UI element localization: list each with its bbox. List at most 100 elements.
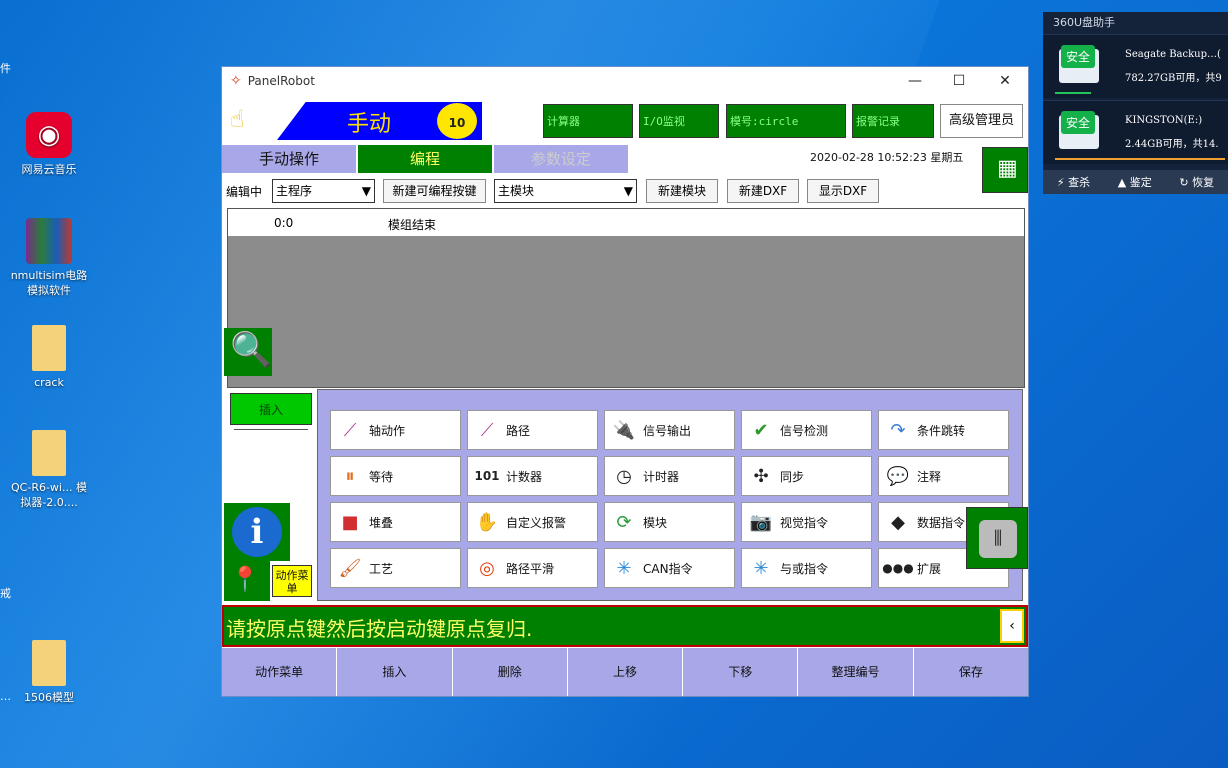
keypad-icon[interactable]: ▦ <box>982 147 1028 193</box>
usb-helper-panel: 360U盘助手 安全 Seagate Backup…( 782.27GB可用，共… <box>1043 12 1228 194</box>
winrar-icon <box>26 218 72 264</box>
restore-button[interactable]: ↻ 恢复 <box>1179 174 1214 190</box>
drive-icon: 安全 <box>1059 111 1099 149</box>
cmd-counter[interactable]: 101 计数器 <box>467 456 598 496</box>
mixer-icon[interactable]: ⫼ <box>966 507 1028 569</box>
cmd-can[interactable]: ✳ CAN指令 <box>604 548 735 588</box>
usb-helper-title: 360U盘助手 <box>1053 16 1116 29</box>
minimize-button[interactable]: — <box>892 67 938 96</box>
tab-manual[interactable]: 手动操作 <box>222 145 356 173</box>
desktop-icon-netease[interactable]: ◉ 网易云音乐 <box>9 112 89 177</box>
cmd-timer[interactable]: ◷ 计时器 <box>604 456 735 496</box>
cubes-icon: ■ <box>341 511 359 533</box>
cmd-signal-check[interactable]: ✔ 信号检测 <box>741 410 872 450</box>
insert-button[interactable]: 插入 <box>337 648 453 696</box>
cmd-wait[interactable]: ⏸ 等待 <box>330 456 461 496</box>
usb-tools: ⚡ 查杀 ▲ 鉴定 ↻ 恢复 <box>1043 170 1228 194</box>
new-module-button[interactable]: 新建模块 <box>646 179 718 203</box>
cmd-craft[interactable]: 🖌 工艺 <box>330 548 461 588</box>
drive-size: 782.27GB可用，共9 <box>1125 73 1222 84</box>
drive-item[interactable]: 安全 Seagate Backup…( 782.27GB可用，共9 <box>1043 34 1228 98</box>
chevron-left-icon[interactable]: ‹ <box>1000 609 1024 643</box>
action-menu-toggle[interactable]: 动作菜单 <box>272 565 312 597</box>
move-down-button[interactable]: 下移 <box>683 648 799 696</box>
cmd-vision[interactable]: 📷 视觉指令 <box>741 502 872 542</box>
cmd-and-or[interactable]: ✳ 与或指令 <box>741 548 872 588</box>
desktop-icon-label: QC-R6-wi... 模拟器-2.0.... <box>11 481 87 509</box>
cmd-signal-output[interactable]: 🔌 信号输出 <box>604 410 735 450</box>
delete-button[interactable]: 删除 <box>453 648 568 696</box>
clock-icon: ◷ <box>616 465 632 487</box>
tab-params[interactable]: 参数设定 <box>494 145 628 173</box>
cmd-custom-alarm[interactable]: ✋ 自定义报警 <box>467 502 598 542</box>
drive-icon: 安全 <box>1059 45 1099 83</box>
insert-indicator[interactable]: 插入 <box>230 393 312 425</box>
edge-label: … <box>0 690 11 703</box>
save-button[interactable]: 保存 <box>914 648 1028 696</box>
program-list[interactable]: 0:0 模组结束 <box>227 208 1025 388</box>
list-item-pos: 0:0 <box>274 216 294 230</box>
calculator-button[interactable]: 计算器 <box>543 104 633 138</box>
shield-check-icon: ✔ <box>753 419 769 441</box>
program-select[interactable]: 主程序 ▼ <box>272 179 375 203</box>
new-key-button[interactable]: 新建可编程按键 <box>383 179 486 203</box>
search-icon[interactable]: 🔍 <box>224 328 272 376</box>
action-menu-button[interactable]: 动作菜单 <box>222 648 338 696</box>
brush-icon: 🖌 <box>338 557 362 579</box>
cmd-sync[interactable]: ✣ 同步 <box>741 456 872 496</box>
window-title: PanelRobot <box>247 74 315 88</box>
show-dxf-button[interactable]: 显示DXF <box>807 179 879 203</box>
desktop-icon-label: 1506模型 <box>24 691 74 704</box>
speed-indicator[interactable]: 10 <box>437 103 477 139</box>
jump-arrow-icon: ↷ <box>890 419 906 441</box>
io-monitor-button[interactable]: I/O监视 <box>639 104 719 138</box>
module-select[interactable]: 主模块 ▼ <box>494 179 637 203</box>
renumber-button[interactable]: 整理编号 <box>798 648 914 696</box>
location-pin-icon[interactable]: 📍 <box>224 561 270 601</box>
cmd-axis-action[interactable]: ⟋ 轴动作 <box>330 410 461 450</box>
cmd-conditional-jump[interactable]: ↷ 条件跳转 <box>878 410 1009 450</box>
drive-item[interactable]: 安全 KINGSTON(E:) 2.44GB可用，共14. <box>1043 100 1228 164</box>
desktop-icon-qc[interactable]: QC-R6-wi... 模拟器-2.0.... <box>9 430 89 510</box>
desktop-icon-crack[interactable]: crack <box>9 325 89 390</box>
list-item-text: 模组结束 <box>388 218 437 232</box>
network-icon: ✳ <box>753 557 769 579</box>
status-bar: 请按原点键然后按启动键原点复归. ‹ <box>222 605 1028 647</box>
alarm-log-button[interactable]: 报警记录 <box>852 104 934 138</box>
cmd-comment[interactable]: 💬 注释 <box>878 456 1009 496</box>
alarm-hand-icon: ✋ <box>475 511 499 533</box>
hand-icon[interactable]: ☝ <box>230 105 245 133</box>
mold-number-button[interactable]: 模号:circle <box>726 104 846 138</box>
cmd-path-smooth[interactable]: ◎ 路径平滑 <box>467 548 598 588</box>
title-bar: ✧ PanelRobot — ☐ ✕ <box>222 67 1028 96</box>
drive-name: Seagate Backup…( <box>1125 49 1221 60</box>
desktop-icon-label: 网易云音乐 <box>21 163 77 176</box>
move-up-button[interactable]: 上移 <box>568 648 684 696</box>
cmd-module[interactable]: ⟳ 模块 <box>604 502 735 542</box>
new-dxf-button[interactable]: 新建DXF <box>727 179 799 203</box>
edge-label: 件 <box>0 62 11 75</box>
cmd-path[interactable]: ⟋ 路径 <box>467 410 598 450</box>
desktop-icon-multisim[interactable]: nmultisim电路模拟软件 <box>9 218 89 298</box>
datetime-display: 2020-02-28 10:52:23 星期五 <box>810 151 964 164</box>
admin-button[interactable]: 高级管理员 <box>940 104 1023 138</box>
editing-label: 编辑中 <box>226 185 263 199</box>
close-button[interactable]: ✕ <box>982 67 1028 96</box>
plug-icon: 🔌 <box>612 419 636 441</box>
cmd-stack[interactable]: ■ 堆叠 <box>330 502 461 542</box>
drive-name: KINGSTON(E:) <box>1125 115 1203 126</box>
identify-button[interactable]: ▲ 鉴定 <box>1118 174 1152 190</box>
info-icon[interactable]: i <box>224 503 290 561</box>
tab-program[interactable]: 编程 <box>358 145 492 173</box>
chip-icon: ◆ <box>891 511 905 533</box>
edge-label: 戒 <box>0 587 11 600</box>
maximize-button[interactable]: ☐ <box>936 67 982 96</box>
desktop-icon-1506[interactable]: 1506模型 <box>9 640 89 705</box>
command-panel: ⟋ 轴动作 ⟋ 路径 🔌 信号输出 ✔ 信号检测 ↷ 条件跳转 ⏸ 等待 101 计数器 ◷ 计… <box>317 389 1023 601</box>
scan-button[interactable]: ⚡ 查杀 <box>1057 174 1090 190</box>
list-item[interactable]: 0:0 模组结束 <box>228 209 1024 236</box>
dropdown-arrow-icon: ▼ <box>361 184 371 198</box>
counter-icon: 101 <box>474 469 500 483</box>
sync-arrows-icon: ✣ <box>753 465 769 487</box>
path-icon: ⟋ <box>480 419 494 441</box>
